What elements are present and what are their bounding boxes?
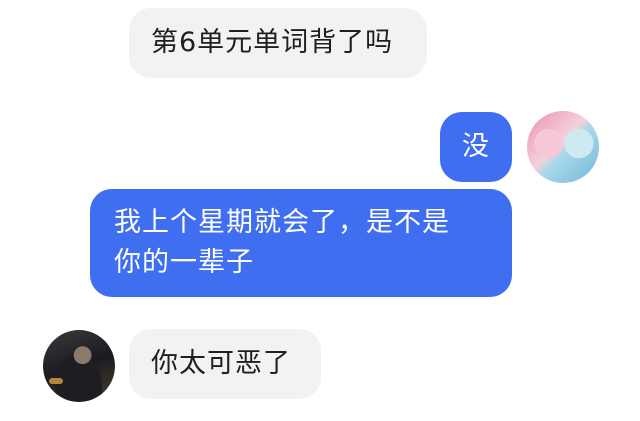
outgoing-message-bubble[interactable]: 我上个星期就会了，是不是 你的一辈子: [90, 189, 512, 297]
incoming-message-bubble[interactable]: 第6单元单词背了吗: [129, 8, 427, 78]
message-text: 第6单元单词背了吗: [151, 27, 394, 58]
incoming-message-bubble[interactable]: 你太可恶了: [129, 329, 321, 399]
message-text-line: 你的一辈子: [114, 247, 254, 278]
message-text: 没: [462, 131, 490, 162]
outgoing-message-bubble[interactable]: 没: [440, 112, 512, 182]
contact-avatar[interactable]: [43, 330, 115, 402]
my-avatar[interactable]: [527, 111, 599, 183]
message-text: 你太可恶了: [151, 348, 291, 379]
avatar-photo-detail: [49, 378, 63, 384]
message-text-line: 我上个星期就会了，是不是: [114, 207, 450, 238]
